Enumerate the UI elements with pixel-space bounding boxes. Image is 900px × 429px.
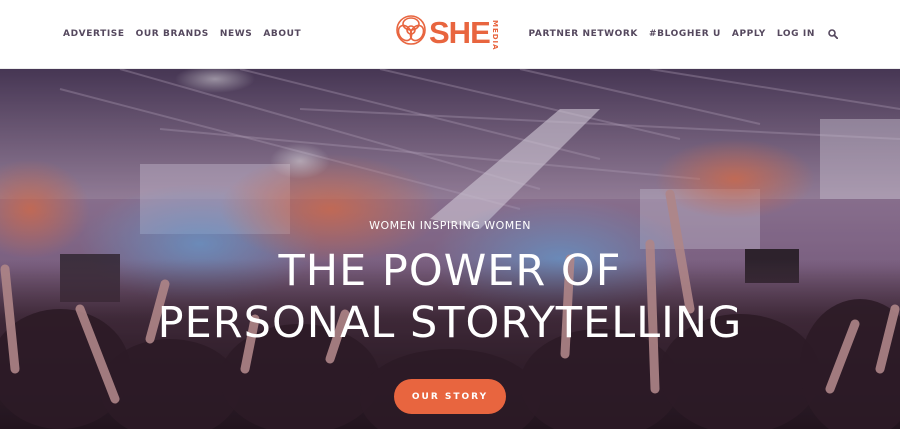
hero-copy: WOMEN INSPIRING WOMEN THE POWER OF PERSO… [0, 69, 900, 429]
site-header: ADVERTISE OUR BRANDS NEWS ABOUT SHE MEDI… [0, 0, 900, 69]
nav-blogher-u[interactable]: #BLOGHER U [649, 29, 721, 39]
hero-headline: THE POWER OF PERSONAL STORYTELLING [0, 245, 900, 349]
hero-headline-line1: THE POWER OF [278, 246, 622, 296]
hero-headline-line2: PERSONAL STORYTELLING [157, 298, 743, 348]
search-icon[interactable] [828, 29, 838, 39]
nav-about[interactable]: ABOUT [263, 29, 301, 39]
she-media-logo[interactable]: SHE MEDIA [394, 13, 504, 55]
nav-apply[interactable]: APPLY [732, 29, 766, 39]
floral-knot-icon [396, 15, 426, 45]
hero-eyebrow: WOMEN INSPIRING WOMEN [369, 219, 531, 232]
nav-our-brands[interactable]: OUR BRANDS [136, 29, 209, 39]
secondary-nav: PARTNER NETWORK #BLOGHER U APPLY LOG IN [529, 29, 838, 39]
nav-partner-network[interactable]: PARTNER NETWORK [529, 29, 638, 39]
nav-advertise[interactable]: ADVERTISE [63, 29, 125, 39]
hero-section: WOMEN INSPIRING WOMEN THE POWER OF PERSO… [0, 69, 900, 429]
our-story-button[interactable]: OUR STORY [394, 379, 506, 414]
primary-nav: ADVERTISE OUR BRANDS NEWS ABOUT [63, 29, 301, 39]
logo-wordmark: SHE [429, 15, 491, 50]
nav-log-in[interactable]: LOG IN [777, 29, 815, 39]
logo-subtext: MEDIA [491, 20, 499, 51]
nav-news[interactable]: NEWS [220, 29, 253, 39]
